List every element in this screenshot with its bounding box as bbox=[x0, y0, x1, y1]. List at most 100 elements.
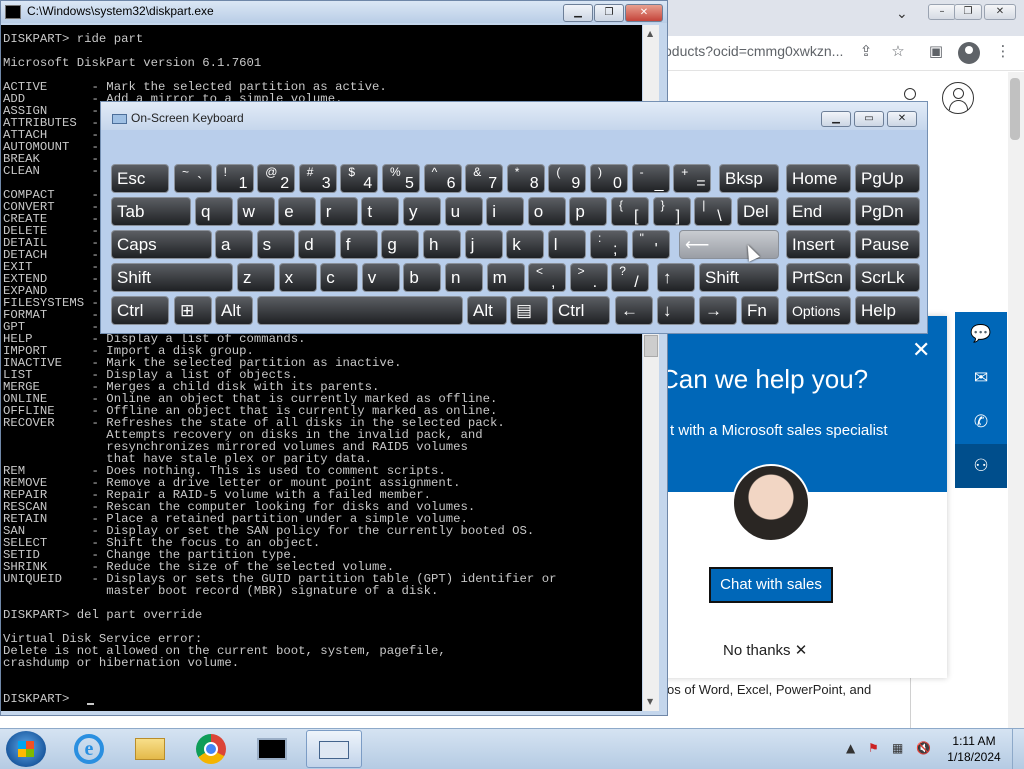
taskbar-cmd[interactable] bbox=[245, 730, 301, 768]
key-symbol[interactable]: | \ bbox=[694, 197, 733, 226]
network-icon[interactable]: ▦ bbox=[892, 741, 903, 755]
scroll-down-icon[interactable]: ▼ bbox=[647, 697, 653, 706]
key-number[interactable]: ^ 6 bbox=[423, 164, 462, 193]
key-number[interactable]: $4 bbox=[340, 164, 379, 193]
key-number[interactable]: @2 bbox=[257, 164, 296, 193]
profile-avatar-icon[interactable] bbox=[958, 42, 980, 64]
key-arrow-right[interactable]: → bbox=[699, 296, 737, 325]
no-thanks-button[interactable]: No thanks ✕ bbox=[723, 641, 807, 659]
key-letter[interactable]: c bbox=[320, 263, 359, 292]
key-letter[interactable]: y bbox=[403, 197, 441, 226]
cmd-maximize-button[interactable]: ❐ bbox=[594, 4, 624, 22]
phone-icon[interactable]: ✆ bbox=[955, 400, 1007, 444]
key-letter[interactable]: z bbox=[237, 263, 275, 292]
key-letter[interactable]: l bbox=[547, 230, 586, 259]
share-icon[interactable]: ⇪ bbox=[856, 42, 876, 60]
key-arrow-left[interactable]: ← bbox=[615, 296, 653, 325]
key-symbol[interactable]: >. bbox=[569, 263, 608, 292]
side-panel-icon[interactable]: ▣ bbox=[926, 42, 946, 60]
key-letter[interactable]: v bbox=[361, 263, 400, 292]
people-icon[interactable]: ⚇ bbox=[955, 444, 1007, 488]
key-letter[interactable]: i bbox=[486, 197, 525, 226]
key-letter[interactable]: k bbox=[506, 230, 545, 259]
key-number[interactable]: ~ ` bbox=[174, 164, 212, 193]
key-ctrl-left[interactable]: Ctrl bbox=[111, 296, 169, 325]
key-number[interactable]: (9 bbox=[548, 164, 587, 193]
site-account-icon[interactable] bbox=[942, 82, 974, 114]
key-letter[interactable]: n bbox=[445, 263, 483, 292]
key-number[interactable]: * 8 bbox=[506, 164, 545, 193]
key-esc[interactable]: Esc bbox=[111, 164, 169, 193]
show-hidden-icons-icon[interactable]: ▲ bbox=[846, 741, 855, 755]
taskbar-internet-explorer[interactable]: e bbox=[62, 730, 118, 768]
key-help[interactable]: Help bbox=[855, 296, 920, 325]
key-letter[interactable]: x bbox=[278, 263, 317, 292]
show-desktop-button[interactable] bbox=[1012, 729, 1024, 769]
taskbar-on-screen-keyboard[interactable] bbox=[306, 730, 362, 768]
key-letter[interactable]: w bbox=[236, 197, 275, 226]
key-alt-right[interactable]: Alt bbox=[467, 296, 507, 325]
close-icon[interactable]: ✕ bbox=[912, 340, 930, 362]
bookmark-star-icon[interactable]: ☆ bbox=[888, 42, 908, 60]
key-backspace[interactable]: Bksp bbox=[719, 164, 779, 193]
start-button[interactable] bbox=[6, 731, 46, 767]
key-insert[interactable]: Insert bbox=[786, 230, 851, 259]
taskbar-chrome[interactable] bbox=[184, 730, 240, 768]
key-letter[interactable]: b bbox=[403, 263, 442, 292]
key-page-down[interactable]: PgDn bbox=[855, 197, 920, 226]
browser-restore-button[interactable]: ❐ bbox=[954, 4, 982, 20]
osk-minimize-button[interactable]: ▁ bbox=[821, 111, 851, 127]
key-symbol[interactable]: {[ bbox=[611, 197, 649, 226]
address-bar[interactable]: oducts?ocid=cmmg0xwkzn... bbox=[664, 43, 843, 59]
key-number[interactable]: #3 bbox=[298, 164, 337, 193]
key-letter[interactable]: o bbox=[527, 197, 566, 226]
key-enter[interactable]: ⟵ bbox=[679, 230, 779, 259]
key-end[interactable]: End bbox=[786, 197, 851, 226]
key-symbol[interactable]: ? / bbox=[611, 263, 650, 292]
console-scrollbar-thumb[interactable] bbox=[644, 335, 658, 357]
page-scrollbar-thumb[interactable] bbox=[1010, 78, 1020, 140]
cmd-minimize-button[interactable]: ▁ bbox=[563, 4, 593, 22]
key-letter[interactable]: g bbox=[381, 230, 420, 259]
browser-close-button[interactable]: ✕ bbox=[984, 4, 1016, 20]
osk-close-button[interactable]: ✕ bbox=[887, 111, 917, 127]
key-space[interactable] bbox=[257, 296, 463, 325]
key-letter[interactable]: t bbox=[361, 197, 400, 226]
key-letter[interactable]: m bbox=[486, 263, 525, 292]
key-symbol[interactable]: " ' bbox=[631, 230, 670, 259]
key-arrow-down[interactable]: ↓ bbox=[657, 296, 695, 325]
key-pause[interactable]: Pause bbox=[855, 230, 920, 259]
key-letter[interactable]: h bbox=[423, 230, 461, 259]
osk-titlebar[interactable]: On-Screen Keyboard ▁ ▭ ✕ bbox=[101, 102, 927, 130]
scroll-up-icon[interactable]: ▲ bbox=[647, 29, 653, 38]
key-symbol[interactable]: :; bbox=[590, 230, 628, 259]
key-number[interactable]: ! 1 bbox=[215, 164, 254, 193]
key-page-up[interactable]: PgUp bbox=[855, 164, 920, 193]
key-delete[interactable]: Del bbox=[737, 197, 779, 226]
key-letter[interactable]: a bbox=[215, 230, 253, 259]
browser-minimize-button[interactable]: – bbox=[928, 4, 956, 20]
taskbar-file-explorer[interactable] bbox=[123, 730, 179, 768]
key-windows[interactable]: ⊞ bbox=[174, 296, 212, 325]
key-number[interactable]: & 7 bbox=[465, 164, 504, 193]
tab-search-icon[interactable]: ⌄ bbox=[896, 6, 908, 22]
key-menu[interactable]: ▤ bbox=[510, 296, 548, 325]
site-search-icon[interactable] bbox=[904, 88, 916, 100]
browser-menu-icon[interactable]: ⋮ bbox=[993, 42, 1013, 60]
key-letter[interactable]: u bbox=[444, 197, 483, 226]
key-tab[interactable]: Tab bbox=[111, 197, 191, 226]
key-number[interactable]: % 5 bbox=[382, 164, 420, 193]
key-options[interactable]: Options bbox=[786, 296, 851, 325]
key-ctrl-right[interactable]: Ctrl bbox=[552, 296, 610, 325]
clock-time[interactable]: 1:11 AM bbox=[944, 734, 1004, 748]
key-letter[interactable]: q bbox=[195, 197, 233, 226]
key-shift-right[interactable]: Shift bbox=[699, 263, 779, 292]
volume-muted-icon[interactable]: 🔇 bbox=[916, 741, 931, 755]
key-arrow-up[interactable]: ↑ bbox=[657, 263, 695, 292]
key-letter[interactable]: s bbox=[256, 230, 295, 259]
key-caps-lock[interactable]: Caps bbox=[111, 230, 212, 259]
key-number[interactable]: + = bbox=[673, 164, 712, 193]
key-letter[interactable]: r bbox=[319, 197, 358, 226]
key-alt-left[interactable]: Alt bbox=[215, 296, 253, 325]
key-letter[interactable]: d bbox=[298, 230, 337, 259]
